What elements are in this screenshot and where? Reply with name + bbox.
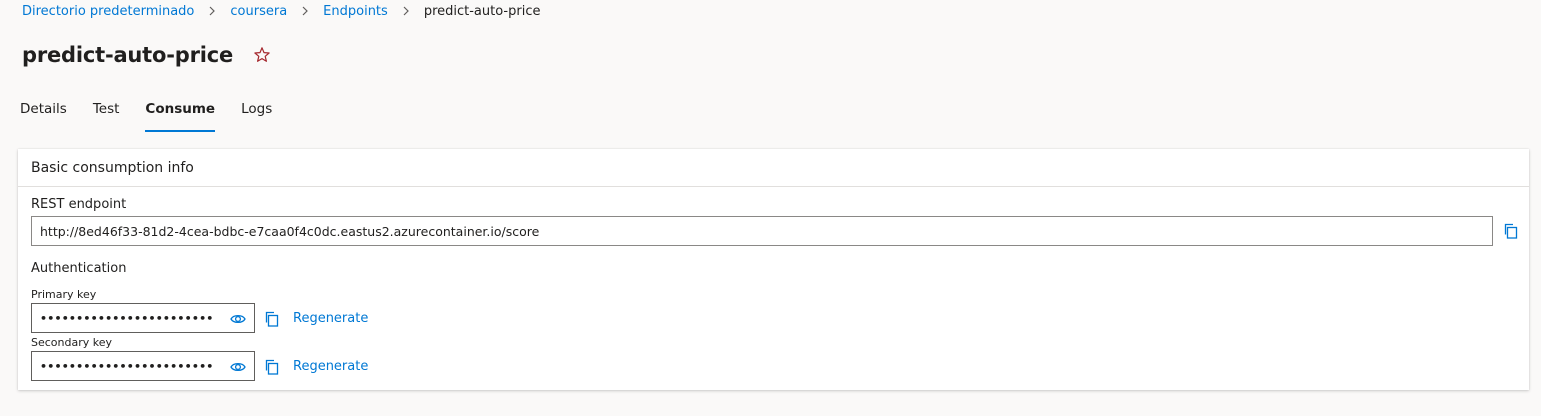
- page-title: predict-auto-price: [22, 43, 234, 67]
- title-row: predict-auto-price: [22, 40, 271, 70]
- copy-icon[interactable]: [263, 358, 281, 376]
- tab-details[interactable]: Details: [20, 96, 67, 132]
- consumption-card: Basic consumption info REST endpoint htt…: [18, 149, 1529, 390]
- breadcrumb-directorio[interactable]: Directorio predeterminado: [22, 4, 194, 19]
- regenerate-primary-button[interactable]: Regenerate: [293, 311, 368, 326]
- primary-key-value: ••••••••••••••••••••••••••••...: [40, 311, 215, 325]
- regenerate-secondary-button[interactable]: Regenerate: [293, 359, 368, 374]
- breadcrumb-current: predict-auto-price: [423, 3, 541, 19]
- secondary-key-value: ••••••••••••••••••••••••••••...: [40, 359, 215, 373]
- authentication-label: Authentication: [31, 261, 127, 276]
- chevron-right-icon: [208, 6, 216, 16]
- tab-consume[interactable]: Consume: [145, 96, 215, 132]
- rest-endpoint-field[interactable]: http://8ed46f33-81d2-4cea-bdbc-e7caa0f4c…: [31, 216, 1493, 246]
- copy-icon[interactable]: [1502, 222, 1520, 240]
- card-title: Basic consumption info: [18, 149, 1529, 187]
- star-icon[interactable]: [253, 46, 271, 64]
- tab-bar: Details Test Consume Logs: [20, 96, 298, 132]
- chevron-right-icon: [301, 6, 309, 16]
- copy-icon[interactable]: [263, 310, 281, 328]
- primary-key-field[interactable]: ••••••••••••••••••••••••••••...: [31, 303, 255, 333]
- breadcrumb-endpoints[interactable]: Endpoints: [323, 4, 388, 19]
- breadcrumb-coursera[interactable]: coursera: [230, 4, 287, 19]
- secondary-key-field[interactable]: ••••••••••••••••••••••••••••...: [31, 351, 255, 381]
- primary-key-label: Primary key: [31, 288, 97, 301]
- tab-logs[interactable]: Logs: [241, 96, 272, 132]
- eye-icon[interactable]: [230, 359, 246, 375]
- breadcrumb: Directorio predeterminado coursera Endpo…: [22, 2, 540, 20]
- tab-test[interactable]: Test: [93, 96, 120, 132]
- eye-icon[interactable]: [230, 311, 246, 327]
- secondary-key-label: Secondary key: [31, 336, 113, 349]
- chevron-right-icon: [402, 6, 410, 16]
- rest-endpoint-label: REST endpoint: [31, 197, 127, 212]
